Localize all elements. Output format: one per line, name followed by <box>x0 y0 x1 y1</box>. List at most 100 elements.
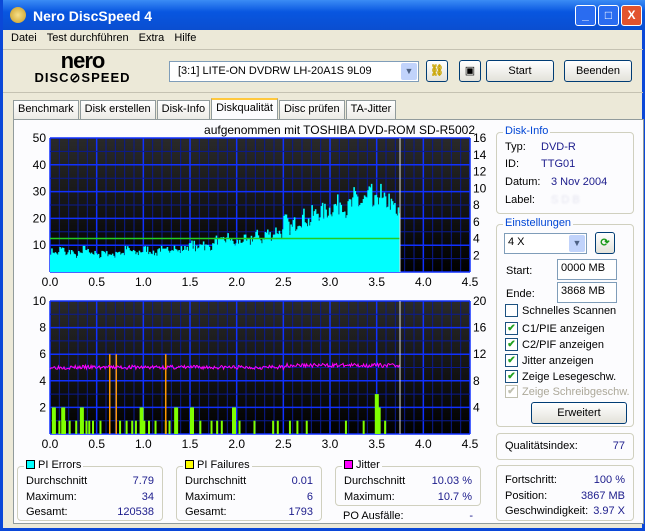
end-input[interactable]: 3868 MB <box>557 282 617 303</box>
start-input[interactable]: 0000 MB <box>557 259 617 280</box>
menu-extra[interactable]: Extra <box>134 30 170 48</box>
checkbox-box: ✔ <box>505 385 518 398</box>
pi-failure-bar <box>154 420 157 434</box>
x-tick-label: 3.5 <box>368 275 385 289</box>
max-label: Maximum: <box>344 491 395 503</box>
pi-errors-chart: aufgenommen mit TOSHIBA DVD-ROM SD-R5002… <box>33 123 487 289</box>
checkbox-box[interactable]: ✔ <box>505 322 518 335</box>
maximize-button[interactable]: □ <box>598 5 619 26</box>
y2-tick-label: 16 <box>473 321 487 335</box>
x-tick-label: 4.0 <box>415 437 432 451</box>
checkbox-3[interactable]: ✔ Jitter anzeigen <box>505 354 594 367</box>
y2-tick-label: 8 <box>473 198 480 212</box>
x-tick-label: 2.0 <box>228 437 245 451</box>
title-bar: Nero DiscSpeed 4 _ □ X <box>3 0 645 30</box>
speed-select[interactable]: 4 X ▼ <box>504 233 587 254</box>
jitter-group: Jitter Durchschnitt 10.03 % Maximum: 10.7 … <box>335 459 481 506</box>
checkbox-4[interactable]: ✔ Zeige Lesegeschw. <box>505 370 616 383</box>
y2-tick-label: 4 <box>473 400 480 414</box>
menu-hilfe[interactable]: Hilfe <box>169 30 201 48</box>
x-tick-label: 0.0 <box>42 437 59 451</box>
po-failures-label: PO Ausfälle: <box>343 510 404 522</box>
pi-failure-bar <box>344 420 347 434</box>
minimize-button[interactable]: _ <box>575 5 596 26</box>
avg-label: Durchschnitt <box>26 475 88 487</box>
tab-benchmark[interactable]: Benchmark <box>13 100 79 119</box>
pi-failure-bar <box>125 420 128 434</box>
pi-failure-bar <box>53 420 56 434</box>
checkbox-2[interactable]: ✔ C2/PIF anzeigen <box>505 338 604 351</box>
nero-logo: nero DISC⊘SPEED <box>34 48 131 86</box>
y-tick-label: 6 <box>39 347 46 361</box>
x-tick-label: 3.0 <box>322 437 339 451</box>
position-value: 3867 MB <box>580 490 625 502</box>
checkbox-1[interactable]: ✔ C1/PIE anzeigen <box>505 322 605 335</box>
pi-failure-bar <box>232 407 236 434</box>
pi-errors-color-icon <box>26 460 35 469</box>
pi-failure-bar <box>384 420 387 434</box>
progress-label: Fortschritt: <box>505 474 557 486</box>
start-label: Start: <box>506 265 533 277</box>
x-tick-label: 0.0 <box>42 275 59 289</box>
date-value: 3 Nov 2004 <box>551 176 608 188</box>
close-button[interactable]: X <box>621 5 642 26</box>
type-label: Typ: <box>505 141 526 153</box>
checkbox-box[interactable] <box>505 304 518 317</box>
pi-errors-group: PI Errors Durchschnitt 7.79 Maximum: 34 Ge… <box>17 459 163 521</box>
checkbox-label: Schnelles Scannen <box>522 304 617 317</box>
max-label: Maximum: <box>185 491 236 503</box>
checkbox-box[interactable]: ✔ <box>505 354 518 367</box>
refresh-drives-button[interactable]: ⛓ <box>426 60 448 82</box>
y-tick-label: 50 <box>33 131 47 145</box>
quit-button[interactable]: Beenden <box>564 60 632 82</box>
menu-bar: Datei Test durchführen Extra Hilfe <box>6 30 201 48</box>
pi-failure-bar <box>68 420 71 434</box>
pi-failure-bar <box>199 420 202 434</box>
date-label: Datum: <box>505 176 541 188</box>
checkbox-box[interactable]: ✔ <box>505 370 518 383</box>
tab-ta-jitter[interactable]: TA-Jitter <box>345 100 397 119</box>
tab-disk-erstellen[interactable]: Disk erstellen <box>79 100 156 119</box>
group-title: PI Failures <box>197 459 250 471</box>
app-icon <box>10 7 26 23</box>
pi-failure-bar <box>216 420 219 434</box>
refresh-speed-button[interactable]: ⟳ <box>595 232 615 254</box>
x-tick-label: 0.5 <box>88 275 105 289</box>
x-tick-label: 1.0 <box>135 275 152 289</box>
y2-tick-label: 16 <box>473 131 487 145</box>
pi-failure-bar <box>139 407 144 434</box>
avg-label: Durchschnitt <box>344 475 406 487</box>
po-failures-value: - <box>469 510 473 522</box>
y2-tick-label: 20 <box>473 294 487 308</box>
pi-failure-bar <box>168 420 171 434</box>
drive-select[interactable]: [3:1] LITE-ON DVDRW LH-20A1S 9L09 ▼ <box>169 61 419 82</box>
menu-test[interactable]: Test durchführen <box>42 30 134 48</box>
pi-failure-bar <box>58 420 61 434</box>
checkbox-0[interactable]: Schnelles Scannen <box>505 304 616 317</box>
pi-failure-bar <box>134 420 137 434</box>
chevron-down-icon[interactable]: ▼ <box>569 235 585 252</box>
pi-failure-bar <box>99 420 102 434</box>
checkbox-5: ✔ Zeige Schreibgeschw. <box>505 385 630 398</box>
x-tick-label: 4.5 <box>462 275 479 289</box>
pi-failure-bar <box>288 420 291 434</box>
start-button[interactable]: Start <box>486 60 554 82</box>
chevron-down-icon[interactable]: ▼ <box>401 63 417 80</box>
advanced-button[interactable]: Erweitert <box>531 402 627 424</box>
checkbox-box[interactable]: ✔ <box>505 338 518 351</box>
save-button[interactable]: ▣ <box>459 60 481 82</box>
total-value: 120538 <box>117 506 154 518</box>
checkbox-label: Zeige Lesegeschw. <box>522 370 617 383</box>
pi-failure-bar <box>210 420 213 434</box>
tab-diskqualitaet[interactable]: Diskqualität <box>211 98 278 119</box>
y2-tick-label: 4 <box>473 232 480 246</box>
tab-disc-pruefen[interactable]: Disc prüfen <box>278 100 345 119</box>
x-tick-label: 1.5 <box>182 275 199 289</box>
end-label: Ende: <box>506 288 535 300</box>
tab-disk-info[interactable]: Disk-Info <box>156 100 211 119</box>
pi-failure-bar <box>174 407 179 434</box>
group-title: Disk-Info <box>503 125 551 137</box>
pi-failure-bar <box>81 420 84 434</box>
y-tick-label: 20 <box>33 211 47 225</box>
menu-datei[interactable]: Datei <box>6 30 42 48</box>
